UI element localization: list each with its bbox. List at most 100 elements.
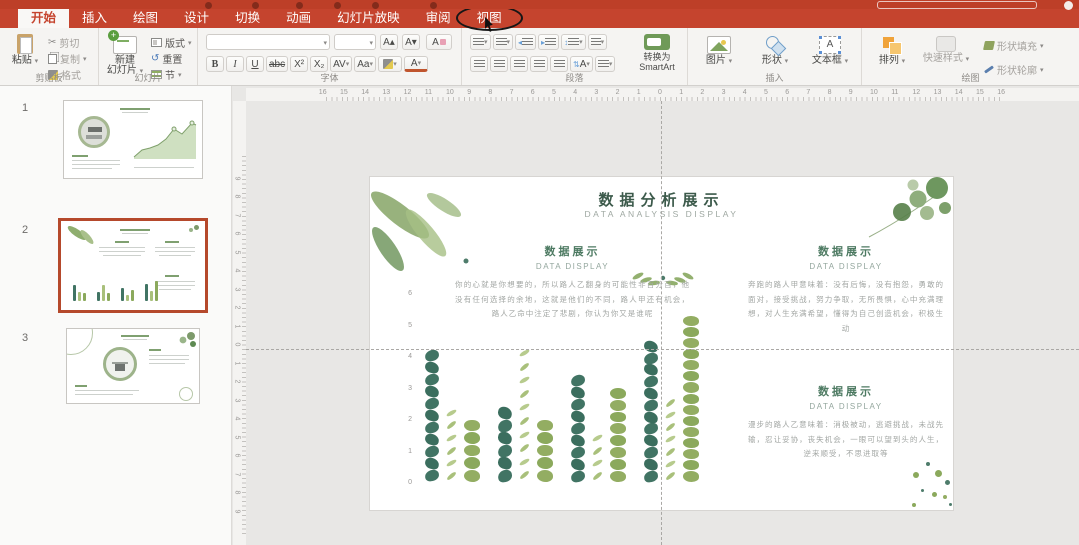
group-paragraph: ▾ ▾ ◂ ▸ ↕ ▾ ▾ ⇅ A ▾ ▾ 转换为 SmartArt 段落 — [462, 28, 688, 85]
ruler-number: 12 — [403, 89, 412, 96]
font-color-button[interactable]: A ▾ — [404, 56, 428, 72]
bullets-button[interactable]: ▾ — [470, 34, 491, 50]
horizontal-guide[interactable] — [246, 349, 1079, 350]
ruler-number: 5 — [552, 89, 556, 96]
text-block-bottom-right[interactable]: 数据展示 DATA DISPLAY 漫步的路人乙意味着：消极被动，逃避挑战，未战… — [748, 383, 944, 462]
tab-transitions[interactable]: 切换 — [222, 9, 273, 28]
tab-view[interactable]: 视图 — [455, 5, 523, 31]
distribute-button[interactable] — [550, 56, 568, 72]
thumb3-leaf-decor — [179, 332, 196, 347]
ruler-number: 2 — [233, 379, 241, 384]
convert-smartart-button[interactable]: 转换为 SmartArt — [630, 34, 684, 72]
strikethrough-button[interactable]: abc — [266, 56, 289, 72]
increase-indent-button[interactable]: ▸ — [538, 34, 560, 50]
text-direction-button[interactable]: ⇅ A ▾ — [570, 56, 593, 72]
vertical-guide[interactable] — [661, 101, 662, 545]
shape-fill-button[interactable]: 形状填充 ▾ — [983, 38, 1044, 53]
align-text-button[interactable]: ▾ — [594, 56, 616, 72]
mini-bar-group — [97, 284, 110, 301]
horizontal-ruler[interactable]: 16 15 14 13 12 11 10 9 8 7 6 5 4 3 2 1 0 1 2 3 4 5 6 7 8 9 10 11 12 1… — [246, 88, 1079, 101]
bar-dark-leaf — [642, 339, 659, 483]
font-name-select[interactable]: ▾ — [206, 34, 330, 50]
vertical-ruler[interactable]: 9 8 7 6 5 4 3 2 1 0 1 2 3 4 5 6 7 8 9 — [233, 101, 246, 545]
block-heading: 数据展示 — [818, 246, 874, 258]
bar-olive-leaf — [610, 388, 626, 483]
insert-shapes-button[interactable]: 形状 ▾ — [750, 36, 800, 67]
character-spacing-button[interactable]: AV ▾ — [330, 56, 353, 72]
ruler-number: 4 — [233, 268, 241, 273]
insert-textbox-button[interactable]: A 文本框 ▾ — [804, 36, 856, 67]
shrink-font-button[interactable]: A▾ — [402, 34, 420, 50]
numbering-button[interactable]: ▾ — [492, 34, 514, 50]
justify-button[interactable] — [530, 56, 548, 72]
account-avatar[interactable] — [1064, 1, 1073, 10]
bar-group-1 — [423, 349, 480, 483]
align-right-button[interactable] — [510, 56, 528, 72]
arrange-button[interactable]: 排列 ▾ — [872, 36, 912, 67]
subscript-button[interactable]: X₂ — [310, 56, 329, 72]
group-label: 插入 — [765, 73, 784, 83]
reset-button[interactable]: ↺ 重置 — [151, 51, 182, 66]
italic-button[interactable]: I — [226, 56, 244, 72]
align-center-button[interactable] — [490, 56, 508, 72]
slide-chart[interactable]: 0 1 2 3 4 5 6 — [400, 282, 705, 486]
tab-design[interactable]: 设计 — [171, 9, 222, 28]
quick-access-icon[interactable] — [334, 2, 341, 9]
ruler-number: 14 — [954, 89, 963, 96]
ruler-number: 1 — [233, 361, 241, 365]
y-axis-tick: 4 — [408, 353, 412, 360]
block-heading: 数据展示 — [544, 246, 601, 258]
tab-home[interactable]: 开始 — [18, 9, 70, 28]
quick-styles-button[interactable]: 快速样式 ▾ — [920, 36, 972, 65]
quick-access-icon[interactable] — [205, 2, 212, 9]
text-block-right[interactable]: 数据展示 DATA DISPLAY 奔跑的路人甲意味着：没有后悔，没有抱怨，勇敢… — [748, 243, 944, 337]
superscript-button[interactable]: X² — [290, 56, 309, 72]
ruler-number: 7 — [233, 472, 241, 476]
columns-button[interactable]: ▾ — [587, 34, 608, 50]
tab-insert[interactable]: 插入 — [69, 9, 120, 28]
copy-button[interactable]: 复制 ▾ — [48, 51, 87, 66]
highlighter-icon — [383, 59, 394, 69]
ruler-number: 7 — [233, 213, 241, 217]
clear-formatting-button[interactable]: A — [426, 34, 452, 50]
highlight-button[interactable]: ▾ — [378, 56, 402, 72]
layout-button[interactable]: 版式 ▾ — [151, 35, 192, 50]
quick-access-icon[interactable] — [372, 2, 379, 9]
eraser-icon — [439, 39, 446, 45]
quick-access-icon[interactable] — [296, 2, 303, 9]
copy-icon — [48, 53, 57, 64]
picture-icon — [707, 36, 731, 54]
quick-access-icon[interactable] — [430, 2, 437, 9]
ruler-number: 11 — [891, 89, 899, 96]
bold-button[interactable]: B — [206, 56, 224, 72]
decrease-indent-button[interactable]: ◂ — [515, 34, 537, 50]
paste-button[interactable]: 粘贴 ▾ — [8, 34, 42, 67]
thumb2-leaf-decor — [67, 226, 94, 244]
eucalyptus-top-right — [868, 177, 951, 238]
underline-button[interactable]: U — [246, 56, 264, 72]
ruler-number: 8 — [233, 194, 241, 199]
quick-access-icon[interactable] — [252, 2, 259, 9]
slide-3-thumbnail[interactable] — [66, 328, 200, 404]
ruler-number: 6 — [785, 89, 790, 96]
slide-1-thumbnail[interactable] — [63, 100, 203, 179]
tab-animations[interactable]: 动画 — [273, 9, 324, 28]
slide-2-thumbnail[interactable] — [58, 218, 208, 313]
line-spacing-button[interactable]: ↕ ▾ — [561, 34, 586, 50]
grow-font-button[interactable]: A▴ — [380, 34, 398, 50]
tab-review[interactable]: 审阅 — [413, 9, 464, 28]
cut-button[interactable]: ✂ 剪切 — [48, 35, 79, 50]
tab-draw[interactable]: 绘图 — [120, 9, 171, 28]
distribute-icon — [553, 59, 565, 69]
thumb2-mini-chart — [73, 280, 158, 301]
search-box[interactable] — [877, 1, 1037, 9]
change-case-button[interactable]: Aa ▾ — [354, 56, 376, 72]
block-subheading: DATA DISPLAY — [809, 402, 883, 411]
tab-slideshow[interactable]: 幻灯片放映 — [324, 9, 413, 28]
font-size-select[interactable]: ▾ — [334, 34, 376, 50]
align-right-icon — [513, 59, 525, 69]
insert-picture-button[interactable]: 图片 ▾ — [694, 36, 744, 67]
align-left-button[interactable] — [470, 56, 488, 72]
ruler-number: 4 — [742, 89, 747, 96]
bar-group-2 — [496, 347, 553, 483]
